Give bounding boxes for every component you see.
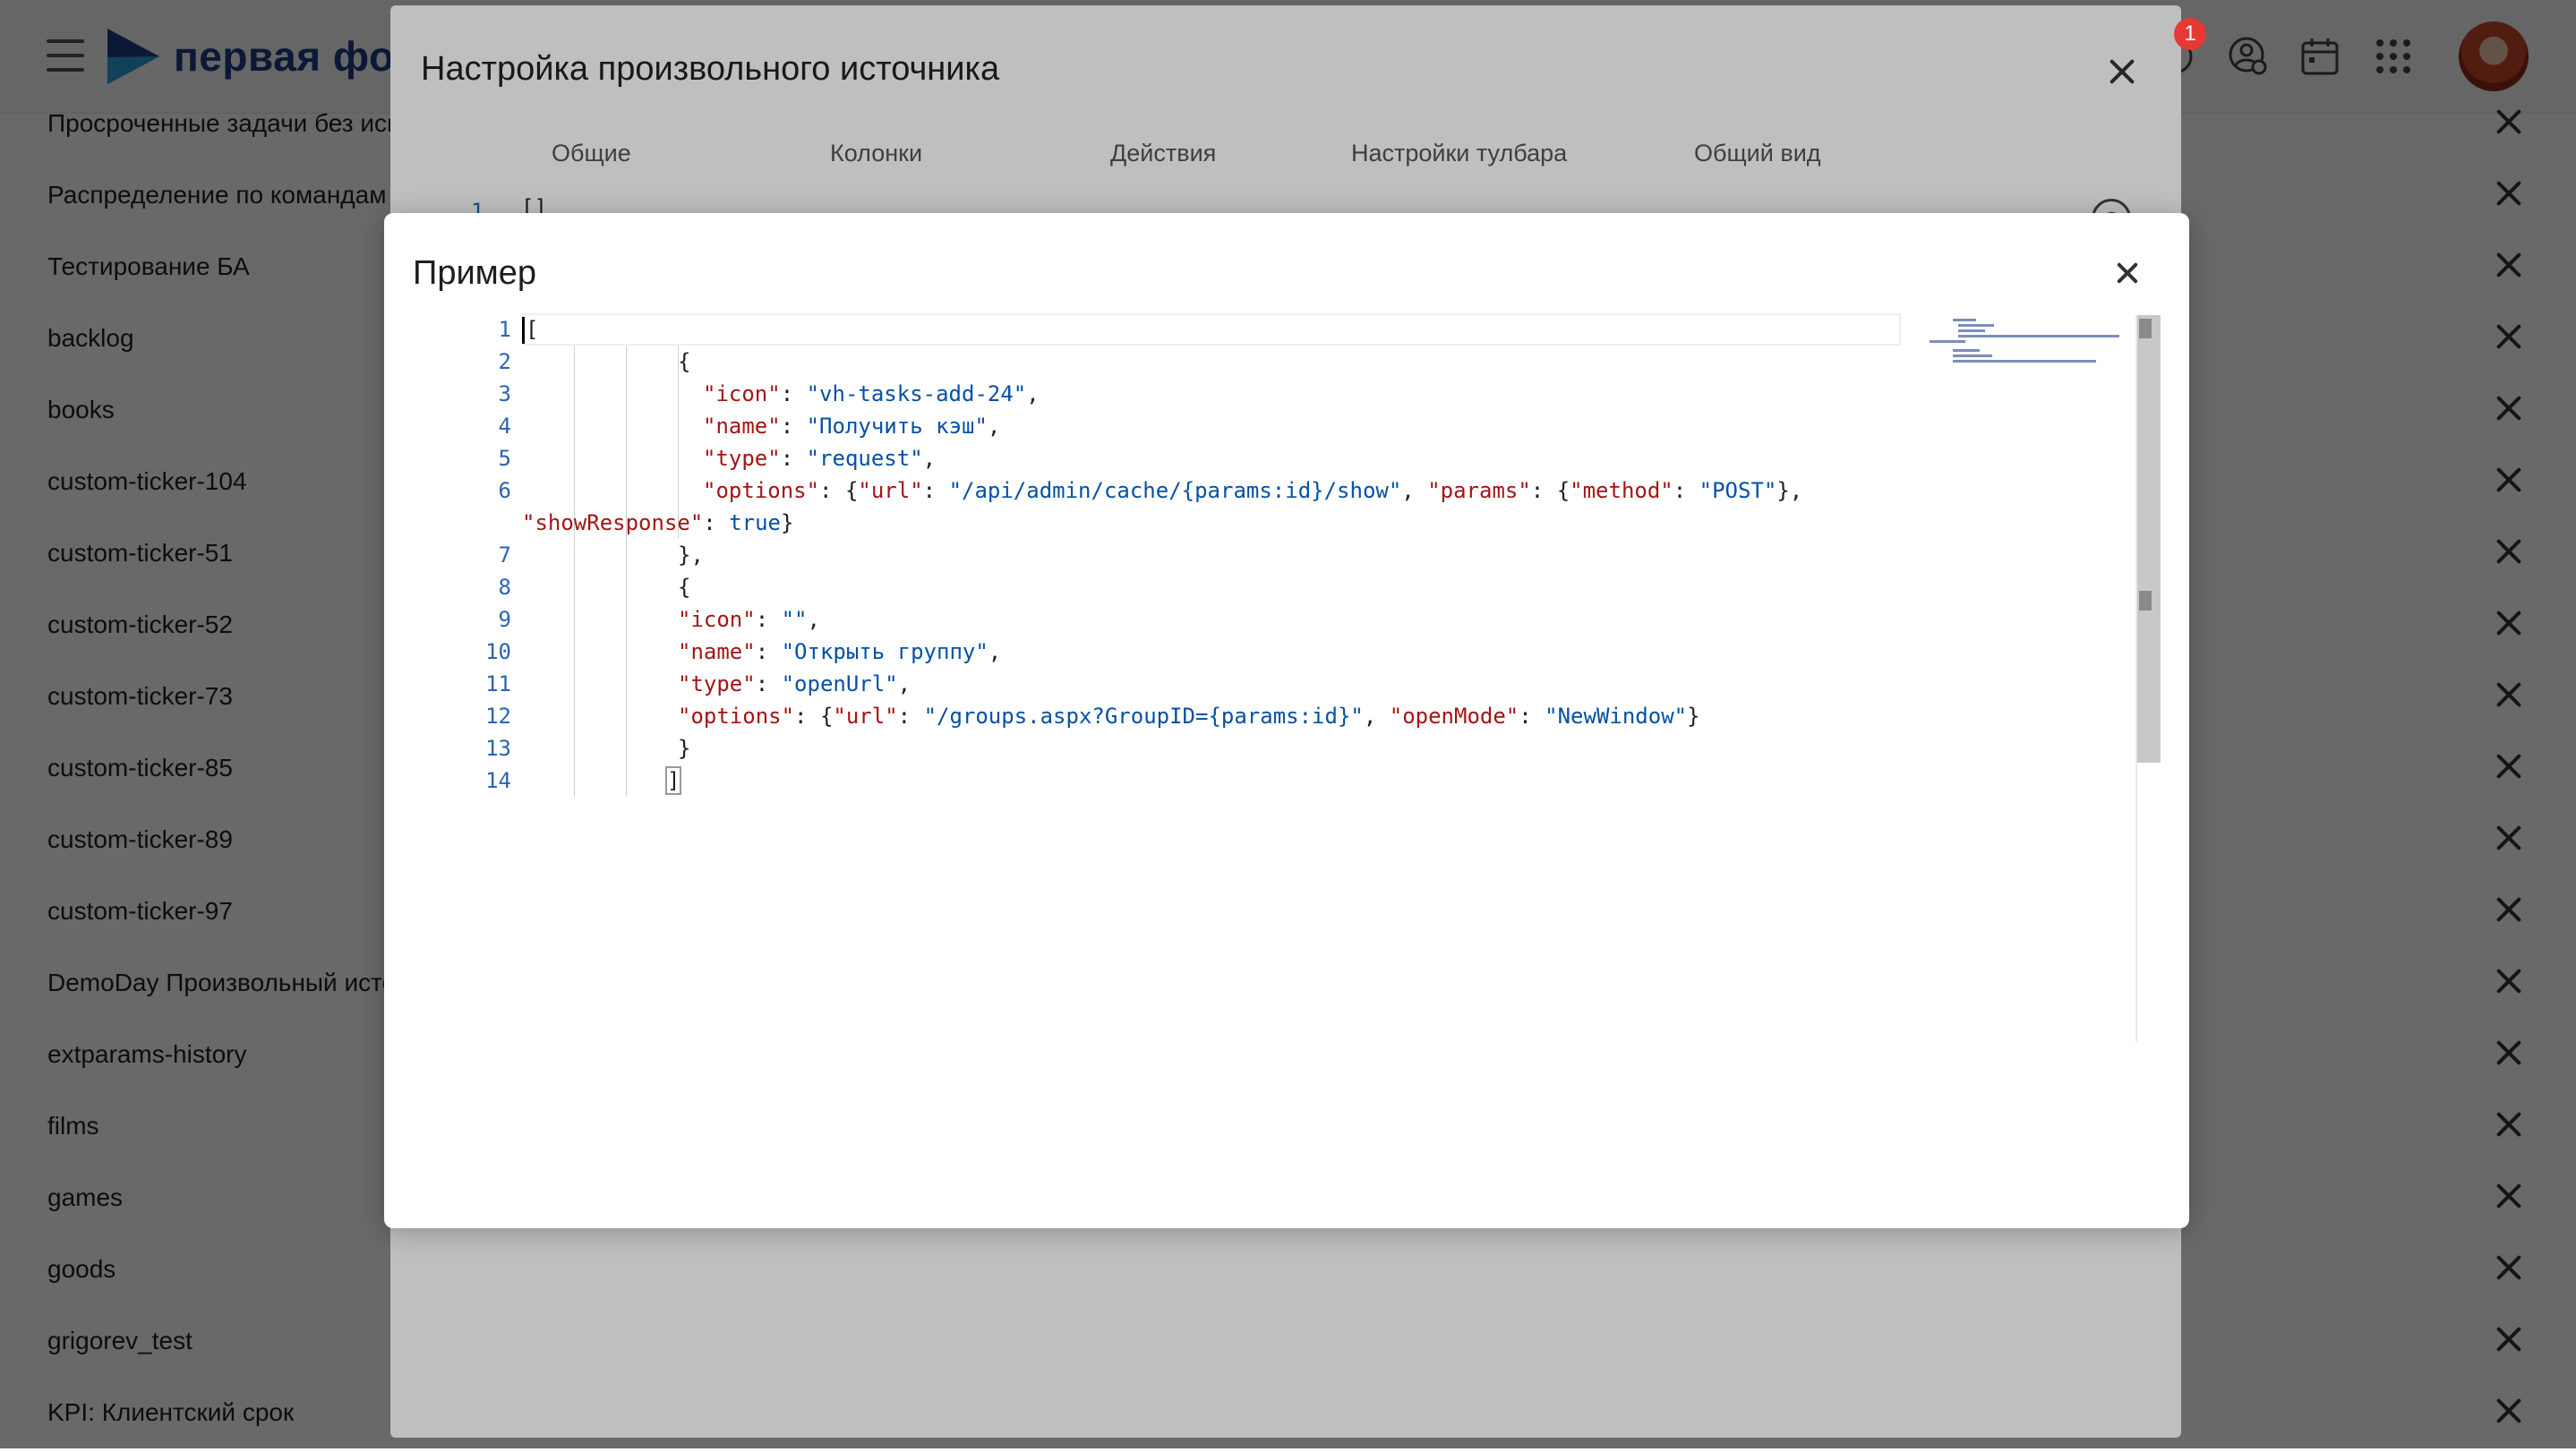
- code-line: "options": {"url": "/api/admin/cache/{pa…: [703, 478, 1803, 503]
- minimap-line: [1953, 360, 2096, 363]
- code-line: {: [678, 575, 691, 600]
- line-number: 4: [498, 414, 511, 439]
- line-number: 3: [498, 381, 511, 406]
- close-icon: [2114, 260, 2141, 286]
- line-number: 13: [485, 736, 511, 761]
- line-number: 6: [498, 478, 511, 503]
- scroll-marker: [2139, 591, 2152, 611]
- line-number: 5: [498, 446, 511, 471]
- line-number: 14: [485, 768, 511, 793]
- line-number: 12: [485, 704, 511, 729]
- indent-guide: [626, 346, 627, 797]
- minimap-line: [1958, 329, 1985, 332]
- minimap-line: [1930, 340, 1965, 343]
- line-number: 7: [498, 542, 511, 568]
- code-line: "name": "Получить кэш",: [703, 414, 1001, 439]
- code-line: "showResponse": true}: [522, 510, 794, 535]
- code-editor[interactable]: 1 2 3 4 5 6 7 8 9 10 11 12 13 14 [ { "ic…: [413, 313, 2161, 1042]
- scroll-marker: [2139, 319, 2152, 338]
- code-line: ]: [664, 766, 682, 795]
- line-number: 9: [498, 607, 511, 632]
- code-line: "type": "openUrl",: [678, 671, 911, 696]
- minimap-line: [1953, 349, 1980, 352]
- minimap-line: [1953, 354, 1992, 357]
- code-line: }: [678, 736, 691, 761]
- dialog-title: Пример: [413, 254, 537, 292]
- line-gutter: 1 2 3 4 5 6 7 8 9 10 11 12 13 14: [413, 313, 511, 1040]
- code-line: "type": "request",: [703, 446, 937, 471]
- example-dialog: Пример 1 2 3 4 5 6 7 8 9 10 11 12 13 14 …: [384, 213, 2189, 1228]
- line-number: 11: [485, 671, 511, 696]
- minimap[interactable]: [1926, 313, 2132, 376]
- code-line: "options": {"url": "/groups.aspx?GroupID…: [678, 704, 1700, 729]
- minimap-line: [1958, 335, 2119, 337]
- vertical-scrollbar[interactable]: [2135, 315, 2161, 1042]
- line-number: 8: [498, 575, 511, 600]
- line-number: 10: [485, 639, 511, 664]
- current-line-highlight: [522, 313, 1901, 346]
- indent-guide: [574, 346, 575, 797]
- code-line: "icon": "vh-tasks-add-24",: [703, 381, 1040, 406]
- text-caret: [522, 317, 525, 344]
- line-number: 2: [498, 349, 511, 374]
- minimap-line: [1958, 324, 1994, 327]
- code-line: {: [678, 349, 691, 374]
- code-line: "icon": "",: [678, 607, 820, 632]
- code-area[interactable]: [ { "icon": "vh-tasks-add-24", "name": "…: [522, 313, 1919, 1040]
- code-line: [: [526, 317, 539, 342]
- notification-badge: 1: [2174, 18, 2206, 50]
- code-line: "name": "Открыть группу",: [678, 639, 1002, 664]
- code-line: },: [678, 542, 704, 568]
- line-number: 1: [498, 317, 511, 342]
- scrollbar-thumb[interactable]: [2137, 315, 2161, 763]
- close-button[interactable]: [2114, 260, 2141, 286]
- minimap-line: [1953, 319, 1976, 321]
